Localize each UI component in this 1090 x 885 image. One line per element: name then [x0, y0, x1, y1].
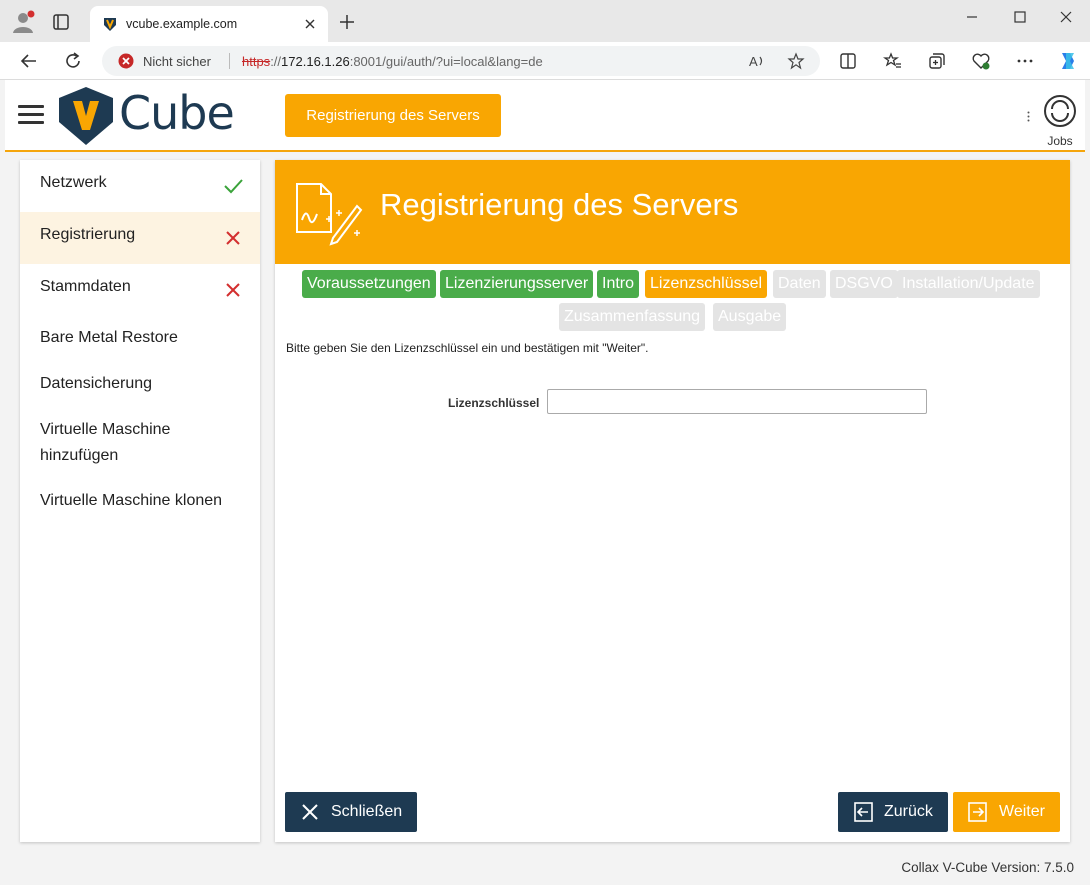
sidebar-item-label: Registrierung: [40, 226, 136, 243]
favorites-icon[interactable]: [883, 51, 903, 71]
cross-icon: [226, 283, 240, 297]
instruction-text: Bitte geben Sie den Lizenzschlüssel ein …: [286, 341, 649, 355]
browser-nav-bar: Nicht sicher https://172.16.1.26:8001/gu…: [0, 42, 1090, 80]
tab-close-icon[interactable]: [300, 14, 320, 34]
collections-icon[interactable]: [927, 51, 947, 71]
next-button-label: Weiter: [999, 803, 1045, 820]
copilot-icon[interactable]: [1056, 49, 1080, 73]
reload-icon[interactable]: [62, 50, 84, 72]
version-text: Collax V-Cube Version: 7.5.0: [901, 860, 1074, 875]
cross-icon: [226, 231, 240, 245]
address-bar[interactable]: Nicht sicher https://172.16.1.26:8001/gu…: [102, 46, 820, 76]
step-lizenzierungsserver[interactable]: Lizenzierungsserver: [440, 270, 594, 298]
more-options-icon[interactable]: [1015, 51, 1035, 71]
jobs-button[interactable]: Jobs: [1041, 94, 1079, 148]
sidebar-item-bare-metal-restore[interactable]: Bare Metal Restore: [20, 316, 260, 362]
url-path: :8001/gui/auth/?ui=local&lang=de: [349, 54, 543, 69]
url-text[interactable]: https://172.16.1.26:8001/gui/auth/?ui=lo…: [242, 54, 543, 69]
sidebar-item-vm-hinzufuegen[interactable]: Virtuelle Maschine hinzufügen: [20, 408, 260, 478]
maximize-icon[interactable]: [1010, 8, 1030, 26]
split-screen-icon[interactable]: [838, 51, 858, 71]
page-banner: Registrierung des Servers: [275, 160, 1070, 264]
back-button[interactable]: Zurück: [838, 792, 948, 832]
brand-name: Cube: [119, 86, 235, 140]
sidebar-item-label: Virtuelle Maschine klonen: [40, 492, 223, 509]
header-menu-dots-icon[interactable]: [1027, 111, 1030, 122]
sidebar-item-label: Netzwerk: [40, 174, 107, 191]
arrow-left-box-icon: [854, 802, 873, 822]
browser-essentials-icon[interactable]: [971, 51, 991, 71]
address-separator: [229, 53, 230, 69]
back-arrow-icon[interactable]: [18, 50, 40, 72]
new-tab-icon[interactable]: [338, 13, 356, 31]
step-intro[interactable]: Intro: [597, 270, 640, 298]
window-close-icon[interactable]: [1056, 8, 1076, 26]
jobs-icon: [1044, 95, 1076, 127]
license-key-input[interactable]: [547, 389, 927, 414]
license-key-label: Lizenzschlüssel: [448, 396, 540, 410]
sidebar-item-label: Stammdaten: [40, 278, 131, 295]
page-title: Registrierung des Servers: [380, 187, 739, 222]
close-x-icon: [302, 804, 318, 820]
sidebar-item-netzwerk[interactable]: Netzwerk: [20, 160, 260, 212]
back-button-label: Zurück: [884, 803, 933, 820]
step-zusammenfassung: Zusammenfassung: [559, 303, 706, 331]
sidebar: Netzwerk Registrierung Stammdaten Bare M…: [20, 160, 260, 842]
close-button[interactable]: Schließen: [285, 792, 417, 832]
sidebar-item-registrierung[interactable]: Registrierung: [20, 212, 260, 264]
step-installation-update: Installation/Update: [897, 270, 1040, 298]
arrow-right-box-icon: [968, 802, 987, 822]
step-dsgvo: DSGVO: [830, 270, 898, 298]
sidebar-item-label: Datensicherung: [40, 375, 153, 392]
main-panel: Registrierung des Servers Voraussetzunge…: [275, 160, 1070, 842]
read-aloud-icon[interactable]: A: [748, 52, 766, 70]
security-label[interactable]: Nicht sicher: [143, 54, 211, 69]
app-header: Cube Registrierung des Servers Jobs: [5, 80, 1085, 152]
url-host: 172.16.1.26: [281, 54, 350, 69]
vcube-favicon-icon: [104, 18, 116, 31]
profile-icon[interactable]: [10, 9, 36, 35]
step-lizenzschluessel[interactable]: Lizenzschlüssel: [645, 270, 768, 298]
url-scheme-separator: ://: [270, 54, 282, 69]
tab-actions-icon[interactable]: [52, 13, 70, 31]
vcube-logo-icon[interactable]: [57, 86, 115, 146]
registration-header-button[interactable]: Registrierung des Servers: [285, 94, 501, 137]
close-button-label: Schließen: [331, 803, 403, 820]
url-scheme: https: [242, 54, 271, 69]
step-voraussetzungen[interactable]: Voraussetzungen: [302, 270, 436, 298]
sidebar-item-stammdaten[interactable]: Stammdaten: [20, 264, 260, 316]
sidebar-item-label-line2: hinzufügen: [40, 447, 119, 464]
step-daten: Daten: [773, 270, 826, 298]
jobs-label: Jobs: [1047, 134, 1073, 148]
hamburger-menu-icon[interactable]: [18, 105, 44, 125]
tab-title: vcube.example.com: [126, 17, 238, 31]
sidebar-item-label: Virtuelle Maschine: [40, 421, 171, 438]
signature-document-icon: [296, 183, 363, 246]
next-button[interactable]: Weiter: [953, 792, 1060, 832]
sidebar-item-datensicherung[interactable]: Datensicherung: [20, 362, 260, 408]
svg-text:A: A: [749, 54, 758, 69]
favorite-star-icon[interactable]: [787, 52, 805, 70]
not-secure-icon[interactable]: [118, 53, 134, 69]
sidebar-item-label: Bare Metal Restore: [40, 329, 178, 346]
step-ausgabe: Ausgabe: [713, 303, 787, 331]
minimize-icon[interactable]: [962, 8, 982, 26]
checkmark-icon: [224, 179, 243, 194]
browser-tab[interactable]: vcube.example.com: [90, 6, 328, 42]
browser-tab-bar: vcube.example.com: [0, 0, 1090, 42]
sidebar-item-vm-klonen[interactable]: Virtuelle Maschine klonen: [20, 478, 260, 524]
